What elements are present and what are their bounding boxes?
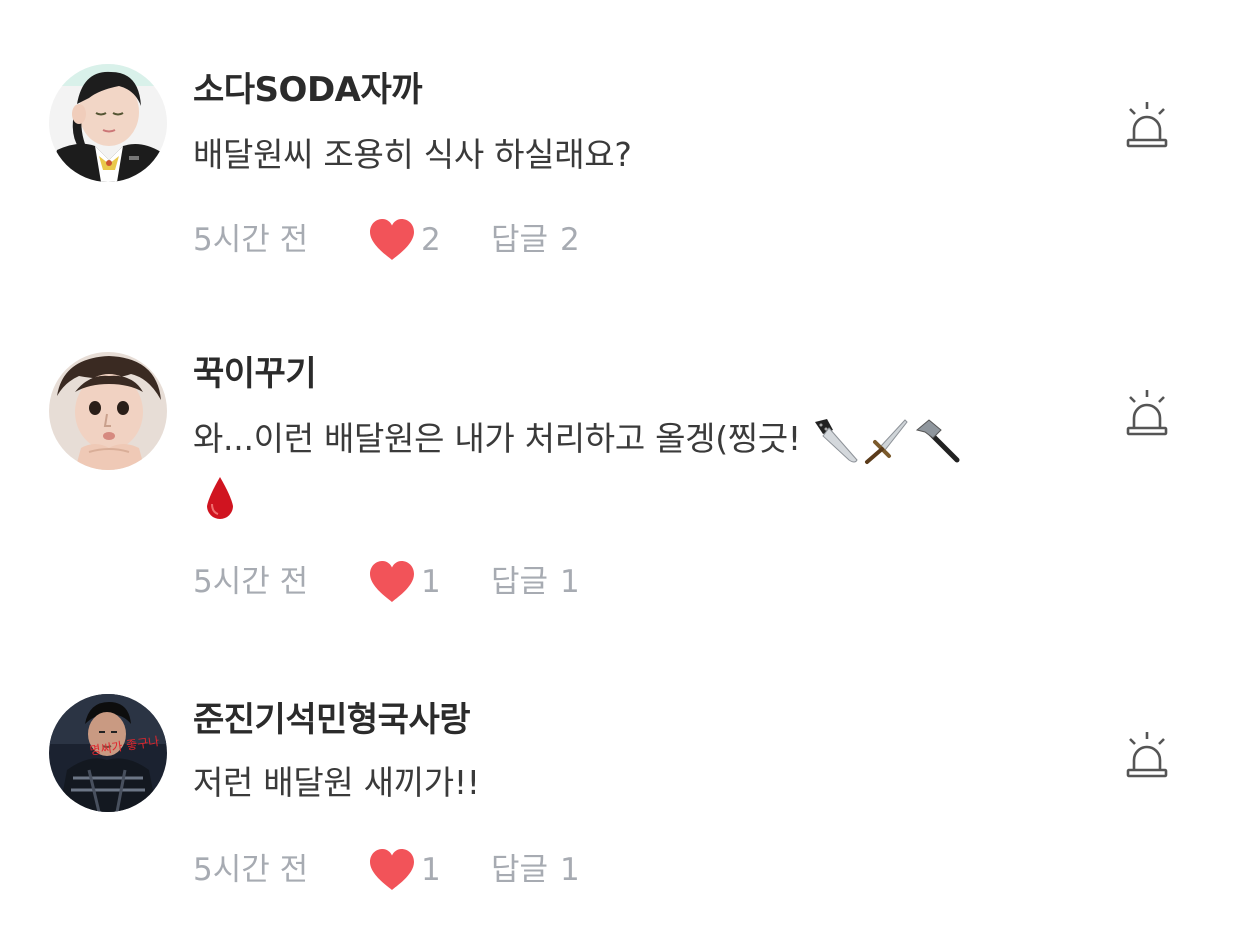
comment-time: 5시간 전 xyxy=(193,222,309,258)
comment-item: 꾹이꾸기 와...이런 배달원은 내가 처리하고 올겡(찡긋! 5시간 전 1 … xyxy=(0,290,1242,630)
reply-button[interactable]: 답글 2 xyxy=(491,218,580,262)
report-button[interactable] xyxy=(1120,100,1174,154)
heart-icon xyxy=(370,561,414,602)
comment-author[interactable]: 소다SODA자까 xyxy=(193,68,423,112)
drop-of-blood-emoji xyxy=(207,476,233,519)
avatar[interactable] xyxy=(49,352,167,470)
siren-icon xyxy=(1126,732,1168,778)
heart-icon xyxy=(370,219,414,260)
reply-count: 1 xyxy=(560,852,580,888)
hammer-emoji xyxy=(915,418,960,462)
dagger-emoji xyxy=(865,418,908,464)
comment-author[interactable]: 꾹이꾸기 xyxy=(193,352,317,396)
comment-list: 소다SODA자까 배달원씨 조용히 식사 하실래요? 5시간 전 2 답글 2 xyxy=(0,0,1242,930)
reply-button[interactable]: 답글 1 xyxy=(491,560,580,604)
siren-icon xyxy=(1126,102,1168,148)
comment-text: 저런 배달원 새끼가!! xyxy=(193,754,1073,812)
reply-label: 답글 xyxy=(491,852,549,888)
comment-time: 5시간 전 xyxy=(193,852,309,888)
kitchen-knife-emoji xyxy=(815,418,858,462)
avatar[interactable]: 명씨가 좋구나 xyxy=(49,694,167,812)
comment-text-content: 와...이런 배달원은 내가 처리하고 올겡(찡긋! xyxy=(193,419,801,458)
avatar[interactable] xyxy=(49,64,167,182)
comment-item: 소다SODA자까 배달원씨 조용히 식사 하실래요? 5시간 전 2 답글 2 xyxy=(0,0,1242,290)
comment-author[interactable]: 준진기석민형국사랑 xyxy=(193,698,471,742)
report-button[interactable] xyxy=(1120,388,1174,442)
comment-item: 명씨가 좋구나 준진기석민형국사랑 저런 배달원 새끼가!! 5시간 전 1 답… xyxy=(0,630,1242,930)
like-count: 1 xyxy=(421,564,441,600)
siren-icon xyxy=(1126,390,1168,436)
report-button[interactable] xyxy=(1120,730,1174,784)
comment-text: 배달원씨 조용히 식사 하실래요? xyxy=(193,126,1073,184)
reply-label: 답글 xyxy=(491,564,549,600)
reply-count: 2 xyxy=(560,222,580,258)
comment-text-content: 저런 배달원 새끼가!! xyxy=(193,763,480,802)
comment-time: 5시간 전 xyxy=(193,564,309,600)
reply-button[interactable]: 답글 1 xyxy=(491,848,580,892)
heart-icon xyxy=(370,849,414,890)
reply-count: 1 xyxy=(560,564,580,600)
like-count: 1 xyxy=(421,852,441,888)
comment-text: 와...이런 배달원은 내가 처리하고 올겡(찡긋! xyxy=(193,410,1073,526)
comment-text-content: 배달원씨 조용히 식사 하실래요? xyxy=(193,135,632,174)
like-count: 2 xyxy=(421,222,441,258)
reply-label: 답글 xyxy=(491,222,549,258)
